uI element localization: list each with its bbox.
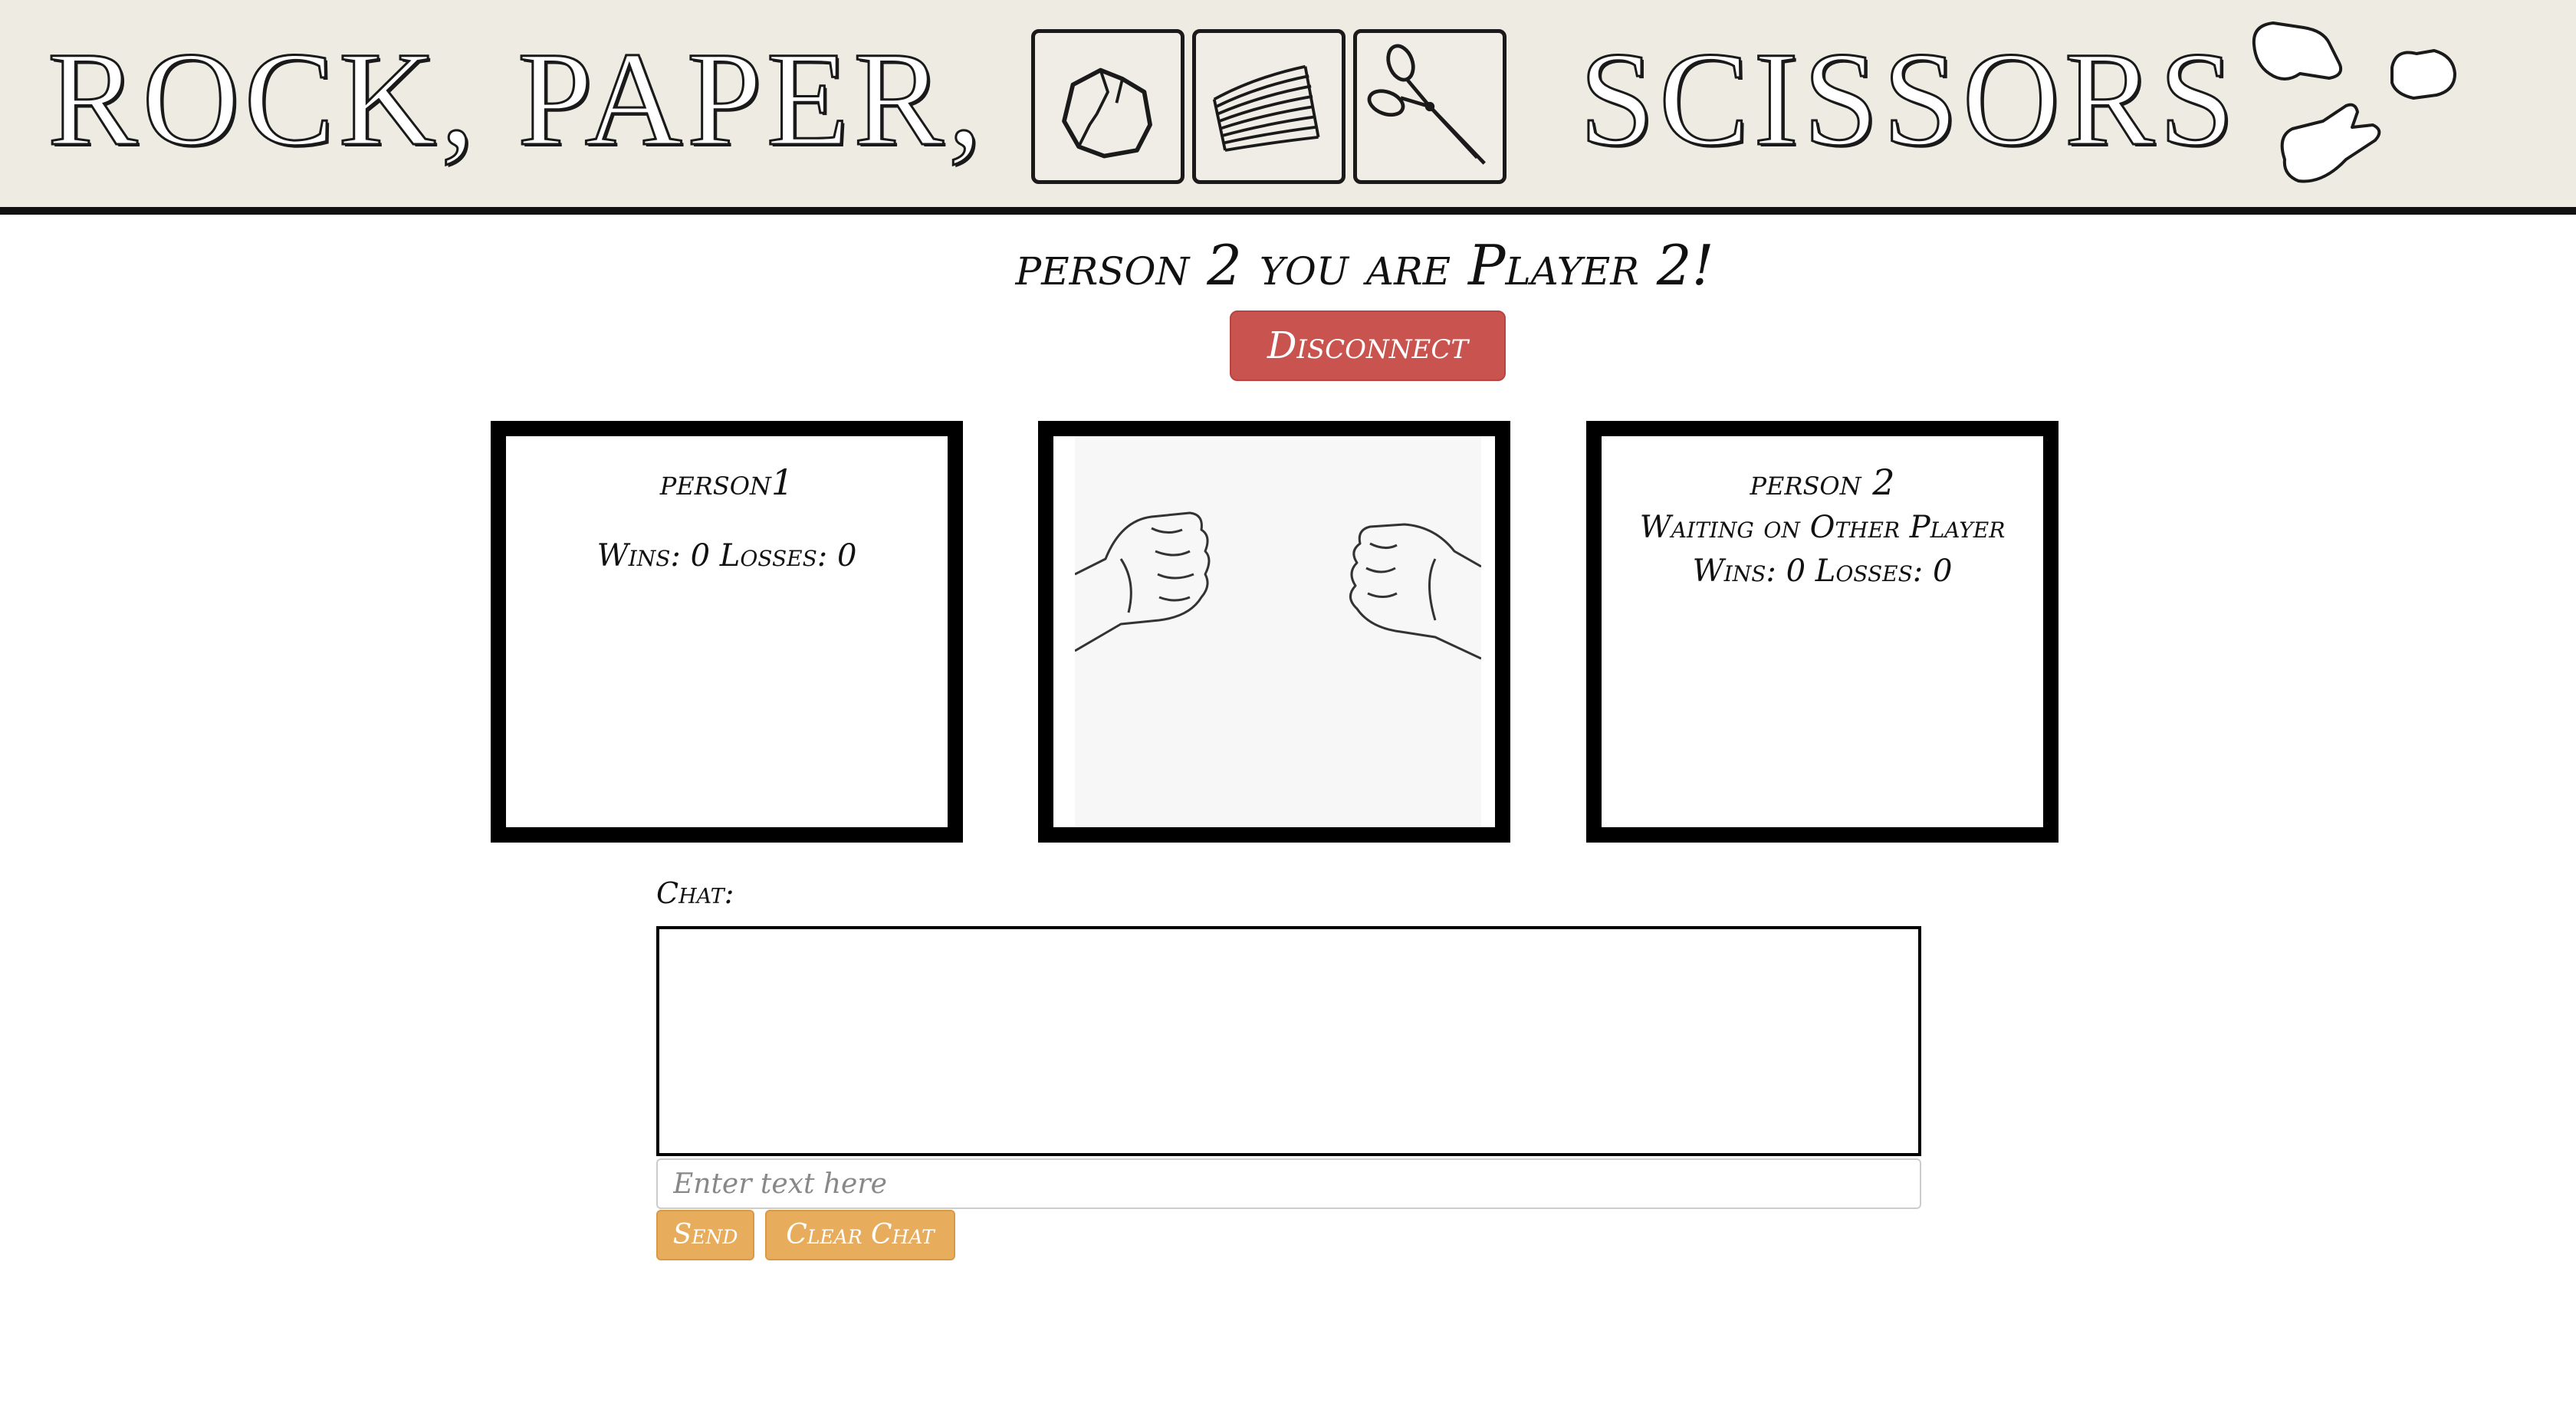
player2-status: Waiting on Other Player [1639,510,2006,545]
player2-name: person 2 [1750,462,1895,503]
arena-image [1074,436,1482,827]
player-greeting: person 2 you are Player 2! [1015,233,1714,297]
left-rock-fist-icon [1074,511,1211,652]
clear-chat-button[interactable]: Clear Chat [765,1210,955,1260]
chat-log[interactable] [656,926,1921,1156]
chat-input[interactable] [656,1158,1921,1209]
title-banner: ROCK, PAPER, SCISSORS [0,0,2576,215]
send-button[interactable]: Send [656,1210,754,1260]
disconnect-button[interactable]: Disconnect [1230,310,1506,381]
player1-panel: person1 Wins: 0 Losses: 0 [491,421,963,843]
paper-icon [1192,29,1346,184]
player1-score: Wins: 0 Losses: 0 [596,538,857,573]
arena-panel [1038,421,1510,843]
rock-icon [1031,29,1184,184]
right-rock-fist-icon [1349,523,1482,660]
player1-name: person1 [659,462,794,503]
banner-title-part1: ROCK, PAPER, [47,24,987,176]
player2-score: Wins: 0 Losses: 0 [1692,554,1953,589]
banner-title-part2: SCISSORS [1578,24,2239,176]
chat-label: Chat: [656,876,734,910]
player2-panel: person 2 Waiting on Other Player Wins: 0… [1586,421,2058,843]
cartoon-gloves-icon [2239,14,2484,198]
scissors-icon [1353,29,1506,184]
